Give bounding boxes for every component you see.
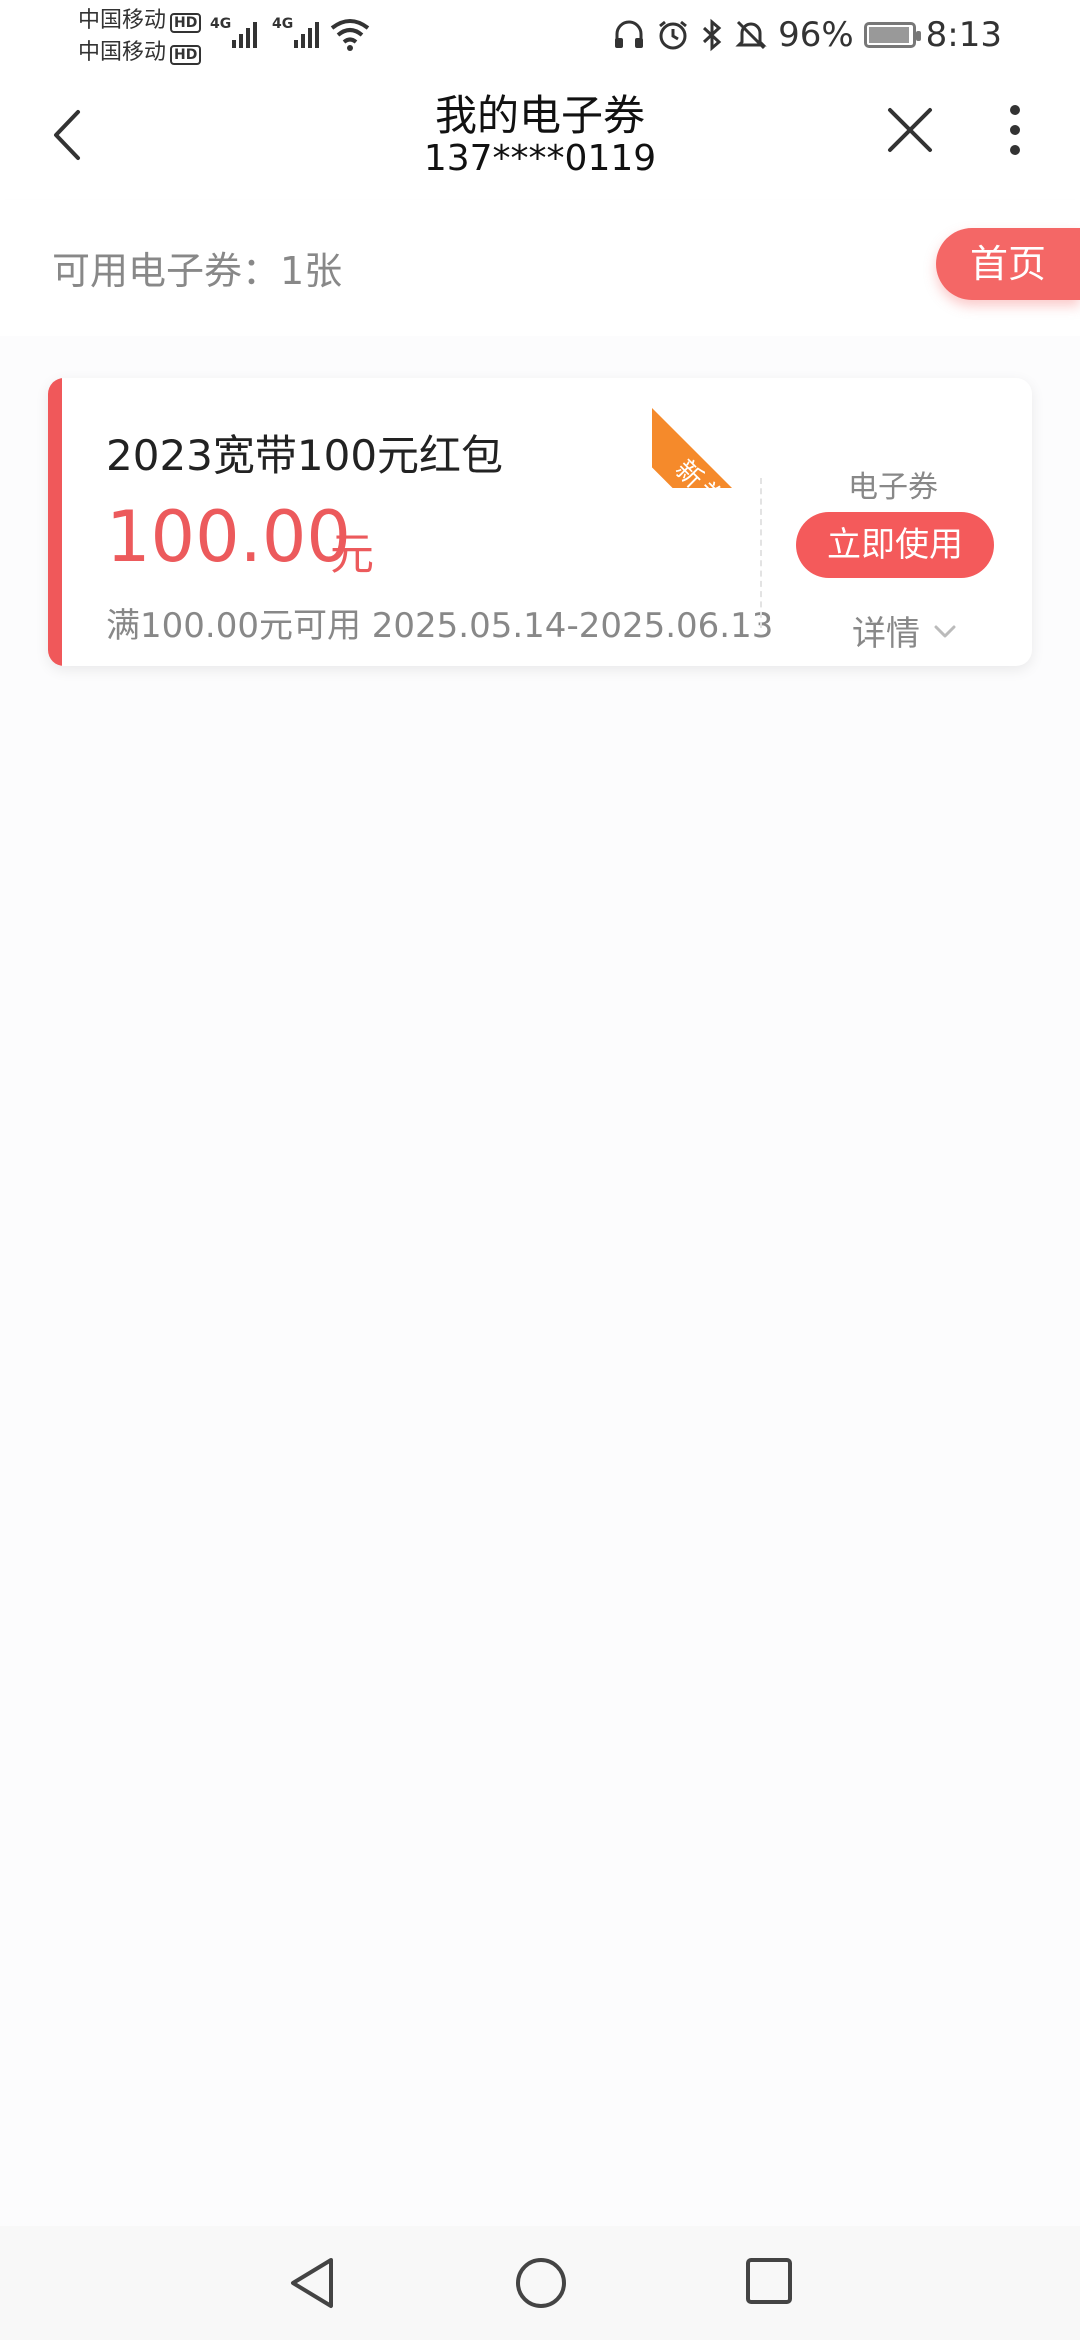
- alarm-icon: [659, 20, 687, 50]
- coupon-title: 2023宽带100元红包: [106, 431, 504, 480]
- carrier-2-name: 中国移动: [78, 40, 167, 65]
- home-button[interactable]: 首页: [936, 228, 1080, 300]
- chevron-down-icon: [934, 625, 956, 637]
- card-accent: [48, 378, 62, 666]
- use-now-button[interactable]: 立即使用: [796, 512, 994, 578]
- hd-badge: HD: [170, 13, 202, 33]
- network-type-1: 4G: [210, 16, 232, 32]
- coupon-unit: 元: [330, 529, 374, 580]
- battery-icon: [863, 22, 921, 48]
- bell-off-icon: [735, 20, 767, 50]
- nav-home-icon[interactable]: [514, 2256, 568, 2310]
- status-bar: 中国移动 HD 中国移动 HD 4G 4G 96% 8:13: [0, 0, 1080, 70]
- carrier-1: 中国移动 HD: [78, 8, 202, 34]
- close-icon[interactable]: [880, 100, 940, 160]
- signal-icon: [232, 18, 257, 48]
- details-toggle[interactable]: 详情: [852, 606, 960, 655]
- app-header: 我的电子券 137****0119: [0, 70, 1080, 200]
- nav-back-icon[interactable]: [285, 2254, 341, 2312]
- coupon-summary: 可用电子券：1张 首页: [0, 200, 1080, 336]
- wifi-icon: [330, 19, 370, 51]
- new-ribbon-label: 新券: [652, 408, 762, 488]
- carrier-2: 中国移动 HD: [78, 40, 202, 66]
- coupon-amount: 100.00: [106, 496, 351, 578]
- more-menu-icon[interactable]: [995, 100, 1035, 160]
- carrier-1-name: 中国移动: [78, 8, 167, 33]
- hd-badge: HD: [170, 45, 202, 65]
- status-icons: 96% 8:13: [612, 10, 1002, 60]
- bluetooth-icon: [703, 18, 722, 52]
- card-divider: [760, 478, 762, 628]
- available-coupons-count: 可用电子券：1张: [52, 249, 343, 293]
- coupon-kind: 电子券: [848, 470, 938, 505]
- clock: 8:13: [925, 15, 1002, 55]
- network-type-2: 4G: [272, 16, 294, 32]
- coupon-card[interactable]: 2023宽带100元红包 100.00 元 满100.00元可用 2025.05…: [48, 378, 1032, 666]
- details-label: 详情: [852, 614, 920, 654]
- nav-recent-apps-icon[interactable]: [744, 2256, 794, 2306]
- headphones-icon: [615, 20, 644, 48]
- battery-percent: 96%: [778, 15, 854, 55]
- battery-fill: [868, 27, 909, 43]
- system-nav-bar: [0, 2226, 1080, 2340]
- new-ribbon: 新券: [652, 378, 762, 488]
- signal-icon: [294, 18, 319, 48]
- coupon-condition: 满100.00元可用 2025.05.14-2025.06.13: [106, 606, 774, 646]
